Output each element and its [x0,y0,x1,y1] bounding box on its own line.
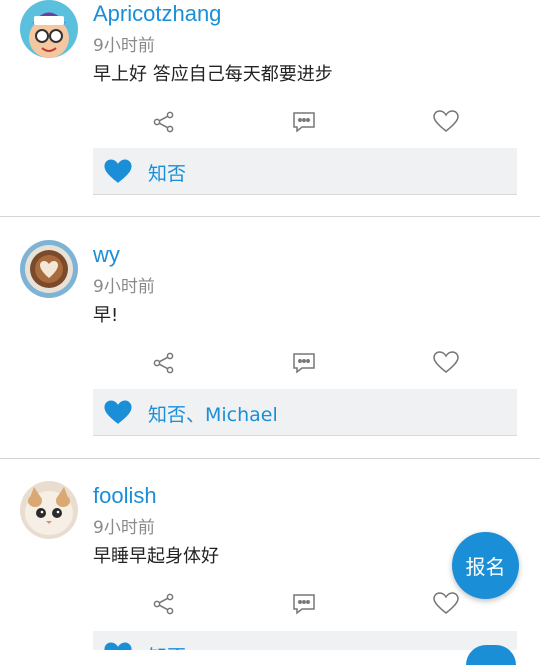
comment-button[interactable] [288,590,320,618]
share-icon [153,352,174,374]
username[interactable]: foolish [93,483,157,509]
share-button[interactable] [148,590,180,618]
heart-outline-icon [433,110,459,132]
like-button[interactable] [430,349,462,377]
heart-outline-icon [433,351,459,373]
avatar[interactable] [20,0,78,58]
post-time: 9小时前 [93,518,155,538]
heart-filled-icon [103,642,133,650]
post-content: 早上好 答应自己每天都要进步 [93,64,333,85]
comment-icon [293,353,315,374]
like-button[interactable] [430,590,462,618]
heart-filled-icon [103,400,133,430]
signup-fab-label: 报名 [465,555,506,579]
likes-bar: 知否 [93,148,517,195]
post-card: wy 9小时前 早! 知否、Michael [0,217,540,458]
share-icon [153,593,174,615]
comment-icon [293,112,315,133]
comment-button[interactable] [288,108,320,136]
share-icon [153,111,174,133]
comment-icon [293,594,315,615]
likes-bar: 知否 [93,631,517,650]
post-content: 早睡早起身体好 [93,546,219,567]
signup-fab-button[interactable]: 报名 [452,532,519,599]
likers-text[interactable]: 知否、Michael [148,400,278,427]
avatar[interactable] [20,240,78,298]
username[interactable]: Apricotzhang [93,1,221,27]
username[interactable]: wy [93,242,120,268]
post-time: 9小时前 [93,36,155,56]
share-button[interactable] [148,349,180,377]
heart-outline-icon [433,592,459,614]
like-button[interactable] [430,108,462,136]
post-content: 早! [93,305,119,326]
post-time: 9小时前 [93,277,155,297]
likers-text[interactable]: 知否 [148,159,186,186]
avatar[interactable] [20,481,78,539]
post-card: Apricotzhang 9小时前 早上好 答应自己每天都要进步 知否 [0,0,540,216]
comment-button[interactable] [288,349,320,377]
share-button[interactable] [148,108,180,136]
heart-filled-icon [103,159,133,189]
likes-bar: 知否、Michael [93,389,517,436]
likers-text[interactable]: 知否 [148,642,186,650]
